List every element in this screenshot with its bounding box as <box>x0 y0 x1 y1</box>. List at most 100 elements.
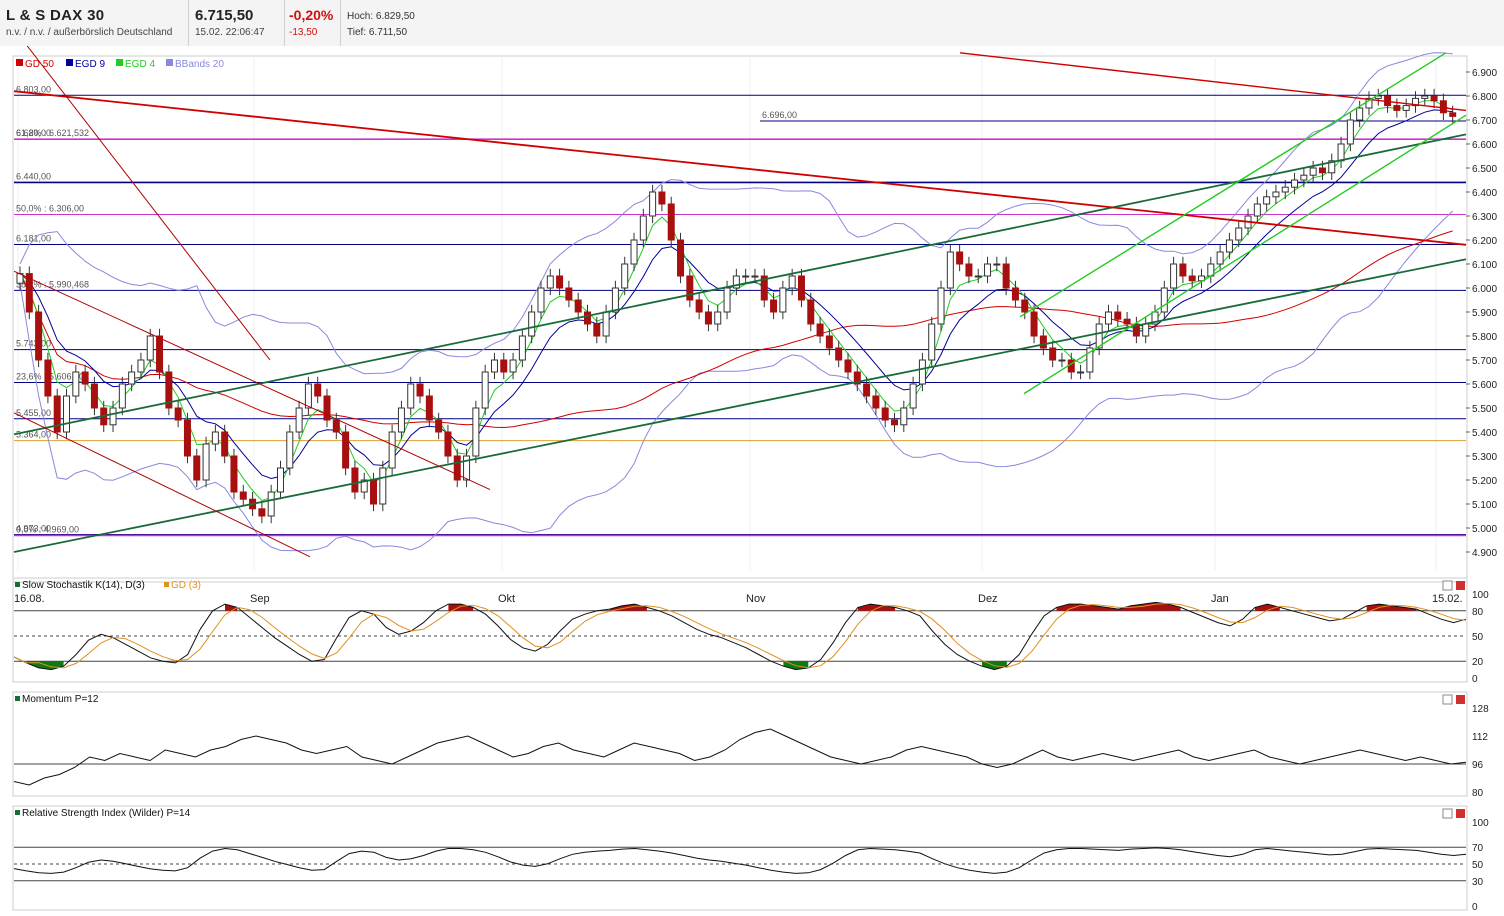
candle-body <box>1123 318 1131 325</box>
legend-swatch <box>66 59 73 66</box>
candle-body <box>81 371 89 385</box>
candle-body <box>1346 119 1354 145</box>
candle-body <box>500 359 508 373</box>
candle-body <box>342 431 350 469</box>
y-tick-label: 5.200 <box>1472 476 1497 487</box>
y-tick-label: 5.900 <box>1472 308 1497 319</box>
panel-close-button[interactable] <box>1456 809 1465 818</box>
y-tick-label: 6.100 <box>1472 260 1497 271</box>
candle-body <box>1030 311 1038 337</box>
candle-body <box>230 455 238 493</box>
panel-tick-label: 0 <box>1472 902 1478 913</box>
y-tick-label: 6.800 <box>1472 92 1497 103</box>
candle-body <box>1049 347 1057 361</box>
candle-body <box>1402 105 1410 111</box>
candle-body <box>1393 105 1401 111</box>
candle-body <box>453 455 461 481</box>
y-tick-label: 5.800 <box>1472 332 1497 343</box>
candle-body <box>1300 174 1308 181</box>
level-label: 6.440,00 <box>16 171 51 181</box>
candle-body <box>1356 107 1364 121</box>
candle-body <box>1235 227 1243 241</box>
level-label: 61,8% : 6.621,532 <box>16 128 89 138</box>
panel-tick-label: 20 <box>1472 657 1484 668</box>
y-tick-label: 6.500 <box>1472 164 1497 175</box>
candle-body <box>481 371 489 409</box>
candle-body <box>276 467 284 493</box>
y-tick-label: 6.700 <box>1472 116 1497 127</box>
panel-maximize-button[interactable] <box>1442 580 1453 591</box>
candle-body <box>1142 323 1150 337</box>
candle-body <box>667 203 675 241</box>
candle-body <box>844 359 852 373</box>
candle-body <box>556 275 564 289</box>
candle-body <box>109 407 117 426</box>
chart-canvas[interactable]: 6.900 6.800 6.700 6.600 6.500 6.400 6.300 6.200… <box>0 46 1504 916</box>
panel-tick-label: 100 <box>1472 590 1489 601</box>
y-tick-label: 6.600 <box>1472 140 1497 151</box>
candle-body <box>1225 239 1233 253</box>
panel-tick-label: 128 <box>1472 704 1489 715</box>
panel-close-button[interactable] <box>1456 695 1465 704</box>
y-tick-label: 6.000 <box>1472 284 1497 295</box>
price-cell: 6.715,50 15.02. 22:06:47 <box>189 0 285 46</box>
candle-body <box>583 311 591 325</box>
candle-body <box>221 431 229 457</box>
candle-body <box>1011 287 1019 301</box>
change-cell: -0,20% -13,50 <box>285 0 341 46</box>
panel-tick-label: 80 <box>1472 607 1484 618</box>
y-tick-label: 5.600 <box>1472 380 1497 391</box>
candle-body <box>965 263 973 277</box>
x-tick-label: Nov <box>746 593 766 605</box>
candle-body <box>686 275 694 301</box>
candle-body <box>1077 371 1085 374</box>
candle-body <box>779 287 787 313</box>
candle-body <box>1263 196 1271 205</box>
candle-body <box>807 299 815 325</box>
candle-body <box>1002 263 1010 289</box>
candle-body <box>751 275 759 278</box>
candle-body <box>202 443 210 481</box>
panel-close-button[interactable] <box>1456 581 1465 590</box>
level-label: 0,0% : 4.969,00 <box>16 524 79 534</box>
panel-maximize-button[interactable] <box>1442 808 1453 819</box>
candle-body <box>1114 311 1122 320</box>
candle-body <box>1291 179 1299 188</box>
candle-body <box>323 395 331 421</box>
legend-swatch <box>116 59 123 66</box>
candle-body <box>658 191 666 205</box>
candle-body <box>351 467 359 493</box>
candle-body <box>742 275 750 278</box>
panel-title-secondary: GD (3) <box>171 580 201 591</box>
legend-label: BBands 20 <box>175 59 224 70</box>
x-tick-label: Jan <box>1211 593 1229 605</box>
candle-body <box>714 311 722 325</box>
candle-body <box>1188 275 1196 282</box>
candle-body <box>72 371 80 397</box>
candle-body <box>258 508 266 517</box>
instrument-name: L & S DAX 30 <box>6 7 105 24</box>
candle-body <box>649 191 657 217</box>
candle-body <box>1272 191 1280 198</box>
legend-label: GD 50 <box>25 59 54 70</box>
panel-maximize-button[interactable] <box>1442 694 1453 705</box>
y-tick-label: 6.900 <box>1472 68 1497 79</box>
candle-body <box>956 251 964 265</box>
panel-tick-label: 30 <box>1472 877 1484 888</box>
candle-body <box>388 431 396 469</box>
candle-body <box>974 275 982 278</box>
panel-title: Relative Strength Index (Wilder) P=14 <box>22 808 191 819</box>
candle-body <box>677 239 685 277</box>
candle-body <box>1337 143 1345 162</box>
candle-body <box>314 383 322 397</box>
day-low: Tief: 6.711,50 <box>347 27 408 38</box>
candle-body <box>1039 335 1047 349</box>
candle-body <box>518 335 526 361</box>
candle-body <box>1216 251 1224 265</box>
y-tick-label: 5.100 <box>1472 500 1497 511</box>
panel-title-swatch <box>15 696 20 701</box>
quote-header: L & S DAX 30 n.v. / n.v. / außerbörslich… <box>0 0 1504 47</box>
candle-body <box>900 407 908 426</box>
candle-body <box>537 287 545 313</box>
candle-body <box>1309 167 1317 176</box>
